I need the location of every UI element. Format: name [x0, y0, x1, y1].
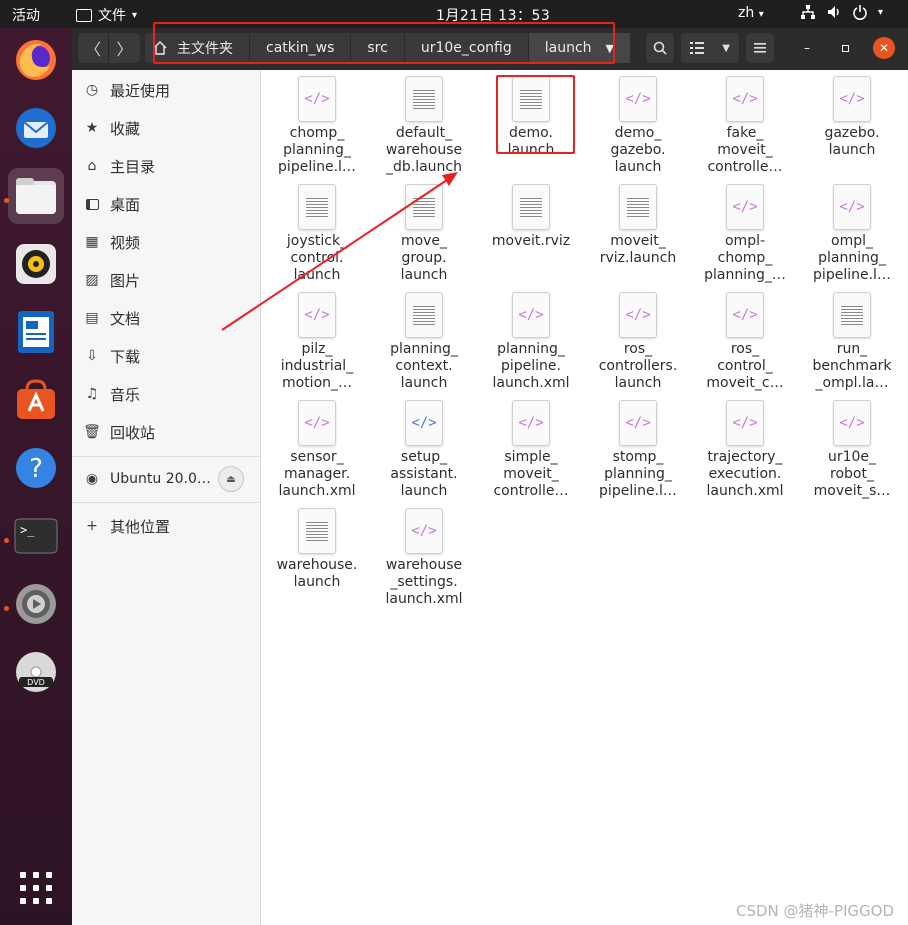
annotation-arrow	[221, 172, 458, 331]
watermark: CSDN @猪神-PIGGOD	[736, 902, 895, 920]
